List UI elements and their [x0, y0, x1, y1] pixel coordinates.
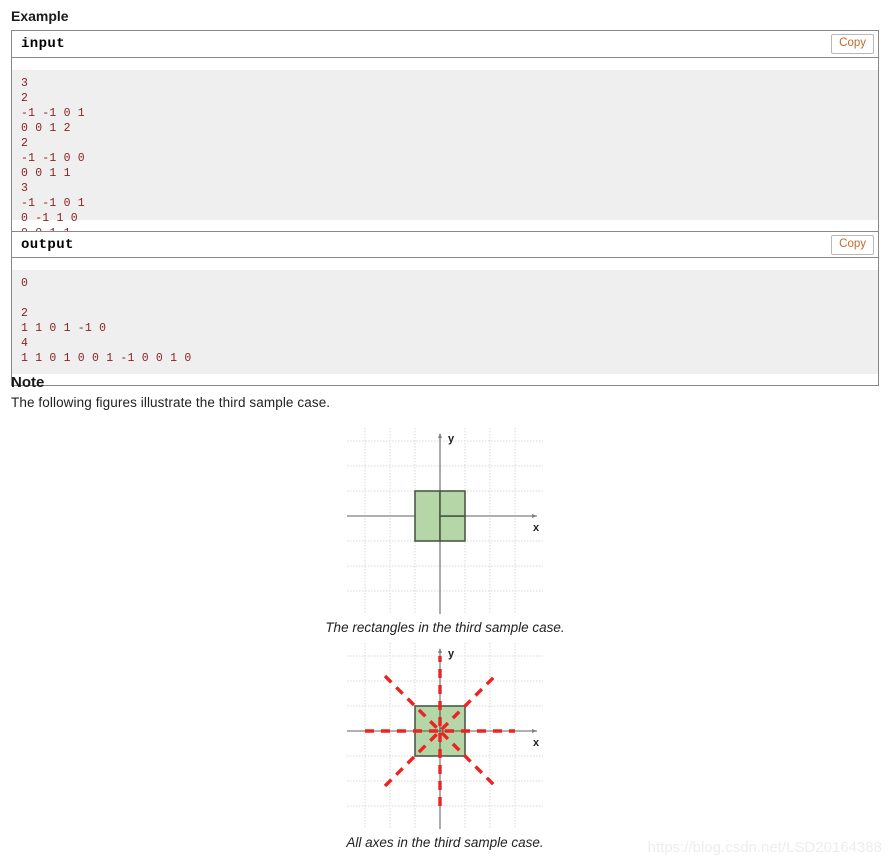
- rectangle-left: [414, 490, 441, 542]
- rectangle-shapes: [414, 490, 466, 542]
- x-axis-label: x: [533, 522, 540, 534]
- note-heading: Note: [11, 374, 45, 391]
- y-axis-arrow: [438, 648, 442, 653]
- output-data: 0 2 1 1 0 1 -1 0 4 1 1 0 1 0 0 1 -1 0 0 …: [12, 269, 878, 374]
- input-header: input Copy: [12, 31, 878, 58]
- y-axis-label: y: [448, 648, 455, 660]
- example-heading: Example: [11, 8, 69, 24]
- plot-all-axes: y x: [347, 643, 543, 829]
- x-axis-arrow: [532, 514, 537, 518]
- sample-tests: input Copy 3 2 -1 -1 0 1 0 0 1 2 2 -1 -1…: [11, 30, 879, 386]
- input-data: 3 2 -1 -1 0 1 0 0 1 2 2 -1 -1 0 0 0 0 1 …: [12, 69, 878, 240]
- page-root: Example input Copy 3 2 -1 -1 0 1 0 0 1 2…: [0, 0, 890, 865]
- input-label: input: [21, 36, 66, 52]
- figure-all-axes: y x All axes in the third sample case.: [0, 643, 890, 850]
- y-axis-label: y: [448, 433, 455, 445]
- figure-rectangles-caption: The rectangles in the third sample case.: [325, 620, 565, 635]
- copy-input-button[interactable]: Copy: [831, 34, 874, 54]
- output-label: output: [21, 236, 74, 253]
- plot-rectangles-svg: y x: [347, 428, 543, 614]
- note-text: The following figures illustrate the thi…: [11, 395, 331, 410]
- x-axis-arrow: [532, 729, 537, 733]
- y-axis-arrow: [438, 433, 442, 438]
- copy-output-button[interactable]: Copy: [831, 235, 874, 255]
- plot-rectangles: y x: [347, 428, 543, 614]
- rectangle-upper-right: [439, 490, 466, 517]
- plot-all-axes-svg: y x: [347, 643, 543, 829]
- watermark: https://blog.csdn.net/LSD20164388: [647, 839, 882, 856]
- figure-rectangles: y x The rectangles in the third sample c…: [0, 428, 890, 635]
- output-header: output Copy: [12, 231, 878, 258]
- rectangle-lower-right: [439, 515, 466, 542]
- x-axis-label: x: [533, 737, 540, 749]
